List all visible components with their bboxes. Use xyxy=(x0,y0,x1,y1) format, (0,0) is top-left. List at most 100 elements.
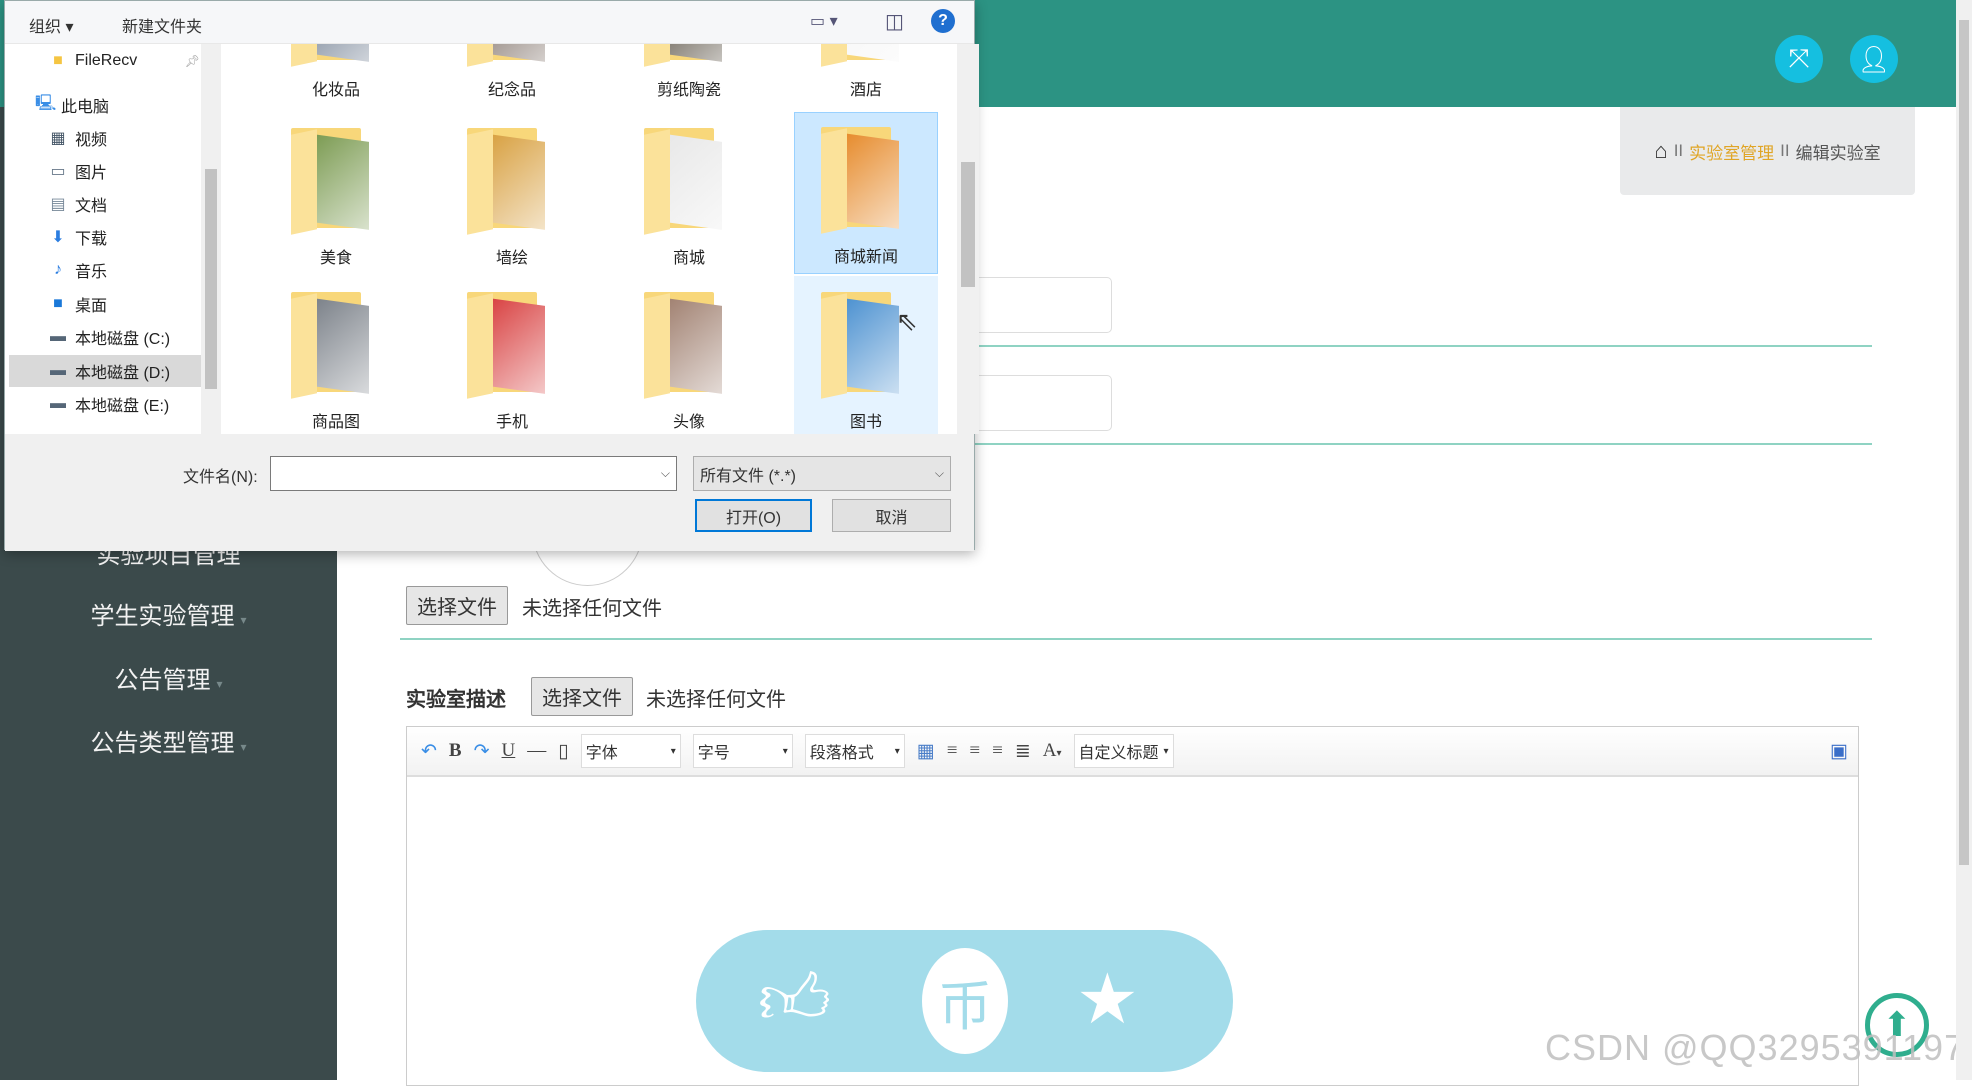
folder-name: 酒店 xyxy=(849,82,882,99)
folder-item[interactable]: 化妆品 xyxy=(264,44,408,106)
underline-button[interactable]: U xyxy=(502,740,516,762)
folder-icon xyxy=(467,44,557,68)
bold-button[interactable]: B xyxy=(449,740,462,762)
folder-item[interactable]: 墙绘 xyxy=(440,112,584,274)
download-icon: ⬇ xyxy=(51,229,65,246)
new-folder-button[interactable]: 新建文件夹 xyxy=(122,13,202,37)
fullscreen-editor-icon[interactable]: ▣ xyxy=(1830,740,1848,763)
help-icon[interactable]: ? xyxy=(931,9,955,33)
nav-item-downloads[interactable]: ⬇ 下载 xyxy=(5,221,200,253)
folder-name: 手机 xyxy=(495,414,528,431)
page-scrollbar-thumb[interactable] xyxy=(1959,20,1969,865)
nav-item-videos[interactable]: ▦ 视频 xyxy=(5,122,200,154)
size-select[interactable]: 字号 ▾ xyxy=(692,734,793,768)
caret-icon: ▾ xyxy=(240,740,247,754)
choose-desc-file-button[interactable]: 选择文件 xyxy=(531,677,633,716)
horizontal-rule-icon[interactable]: — xyxy=(527,740,546,762)
folder-icon xyxy=(644,288,734,400)
table-icon[interactable]: ▦ xyxy=(917,740,935,763)
open-button[interactable]: 打开(O) xyxy=(695,499,812,532)
organize-menu[interactable]: 组织 ▾ xyxy=(29,13,73,37)
justify-icon[interactable]: ≣ xyxy=(1015,740,1031,763)
folder-item[interactable]: 纪念品 xyxy=(440,44,584,106)
mouse-cursor-icon: ⇖ xyxy=(896,306,918,336)
folder-icon xyxy=(467,288,557,400)
dropdown-icon: ⌵ xyxy=(934,466,944,480)
home-icon[interactable]: ⌂ xyxy=(1654,138,1667,164)
nav-item-filerecv[interactable]: ■ FileRecv 📌︎ xyxy=(5,45,200,77)
nav-item-desktop[interactable]: ■ 桌面 xyxy=(5,288,200,320)
preview-pane-icon[interactable]: ◫ xyxy=(885,9,904,34)
dropdown-icon[interactable]: ⌵ xyxy=(661,466,670,481)
folder-name: 商城 xyxy=(672,250,705,267)
file-type-filter[interactable]: 所有文件 (*.*) ⌵ xyxy=(693,456,951,491)
breadcrumb-parent[interactable]: 实验室管理 xyxy=(1689,139,1774,164)
sidebar-item-student-experiments[interactable]: 学生实验管理 ▾ xyxy=(0,596,337,631)
dialog-toolbar: 组织 ▾ 新建文件夹 ▭ ▾ ◫ ? xyxy=(5,1,974,44)
align-center-icon[interactable]: ≡ xyxy=(969,740,980,762)
pin-icon: 📌︎ xyxy=(184,54,200,68)
paragraph-select[interactable]: 段落格式 ▾ xyxy=(804,734,905,768)
folder-name: 化妆品 xyxy=(311,82,360,99)
undo-icon[interactable]: ↶ xyxy=(421,740,437,763)
font-color-button[interactable]: A▾ xyxy=(1043,740,1062,762)
nav-item-this-pc[interactable]: 🖳 此电脑 xyxy=(5,89,200,121)
view-options-icon[interactable]: ▭ ▾ xyxy=(810,11,838,31)
picture-icon: ▭ xyxy=(50,163,66,180)
fullscreen-button[interactable]: ⤧ xyxy=(1775,35,1823,83)
folder-name: 商品图 xyxy=(311,414,360,431)
star-icon[interactable]: ★ xyxy=(1076,958,1139,1040)
folder-item[interactable]: 剪纸陶瓷 xyxy=(617,44,761,106)
file-scrollbar-thumb[interactable] xyxy=(961,162,975,287)
font-select[interactable]: 字体 ▾ xyxy=(580,734,681,768)
nav-scrollbar[interactable] xyxy=(201,44,221,434)
document-icon: ▤ xyxy=(50,196,66,213)
dropdown-icon: ▾ xyxy=(782,745,788,757)
drive-icon: ▬ xyxy=(50,395,66,412)
editor-toolbar: ↶ B ↷ U — ▯ 字体 ▾ 字号 ▾ 段落格式 ▾ ▦ ≡ ≡ ≡ ≣ A▾ 自… xyxy=(407,727,1858,777)
custom-title-select[interactable]: 自定义标题 ▾ xyxy=(1073,734,1174,768)
nav-item-documents[interactable]: ▤ 文档 xyxy=(5,188,200,220)
cancel-button[interactable]: 取消 xyxy=(832,499,951,532)
folder-item[interactable]: 手机 xyxy=(440,276,584,434)
nav-item-pictures[interactable]: ▭ 图片 xyxy=(5,155,200,187)
nav-item-drive-c[interactable]: ▬ 本地磁盘 (C:) xyxy=(5,321,200,353)
folder-item[interactable]: 头像 xyxy=(617,276,761,434)
nav-item-music[interactable]: ♪ 音乐 xyxy=(5,254,200,286)
folder-item[interactable]: 酒店 xyxy=(794,44,938,106)
user-icon: 👤︎ xyxy=(1857,43,1891,74)
folder-item[interactable]: 商城新闻 xyxy=(794,112,938,274)
align-right-icon[interactable]: ≡ xyxy=(992,740,1003,762)
nav-scrollbar-thumb[interactable] xyxy=(205,169,217,389)
expand-arrows-icon: ⤧ xyxy=(1788,43,1810,73)
folder-name: 纪念品 xyxy=(487,82,536,99)
redo-icon[interactable]: ↷ xyxy=(474,740,490,763)
nav-item-drive-e[interactable]: ▬ 本地磁盘 (E:) xyxy=(5,388,200,420)
filename-label: 文件名(N): xyxy=(183,469,258,486)
filename-input[interactable]: ⌵ xyxy=(270,456,677,491)
thumbs-up-icon[interactable]: 👍︎ xyxy=(758,958,831,1042)
choose-image-file-button[interactable]: 选择文件 xyxy=(406,586,508,625)
folder-name: 商城新闻 xyxy=(833,249,898,266)
folder-item[interactable]: 美食 xyxy=(264,112,408,274)
watermark: CSDN @QQ3295391197 xyxy=(1545,1027,1966,1068)
page-icon[interactable]: ▯ xyxy=(558,740,568,763)
folder-name: 图书 xyxy=(849,414,882,431)
folder-icon: ■ xyxy=(53,52,63,69)
dialog-footer: 文件名(N): ⌵ 所有文件 (*.*) ⌵ 打开(O) 取消 xyxy=(5,434,974,551)
folder-item[interactable]: 商品图 xyxy=(264,276,408,434)
file-scrollbar[interactable] xyxy=(957,44,979,434)
divider xyxy=(400,638,1872,640)
folder-item[interactable]: 图书 xyxy=(794,276,938,434)
align-left-icon[interactable]: ≡ xyxy=(947,740,958,762)
coin-icon[interactable]: 币 xyxy=(922,948,1008,1054)
nav-item-drive-d[interactable]: ▬ 本地磁盘 (D:) xyxy=(9,355,204,387)
caret-icon: ▾ xyxy=(216,677,223,691)
folder-item[interactable]: 商城 xyxy=(617,112,761,274)
user-button[interactable]: 👤︎ xyxy=(1850,35,1898,83)
folder-icon xyxy=(644,44,734,68)
sidebar-item-notice-types[interactable]: 公告类型管理 ▾ xyxy=(0,723,337,758)
navigation-pane: ■ FileRecv 📌︎ 🖳 此电脑 ▦ 视频 ▭ 图片 ▤ 文档 ⬇ 下载 ♪ 音乐 ■ 桌面… xyxy=(5,44,205,434)
sidebar-item-notices[interactable]: 公告管理 ▾ xyxy=(0,660,337,695)
dropdown-icon: ▾ xyxy=(1163,745,1169,757)
